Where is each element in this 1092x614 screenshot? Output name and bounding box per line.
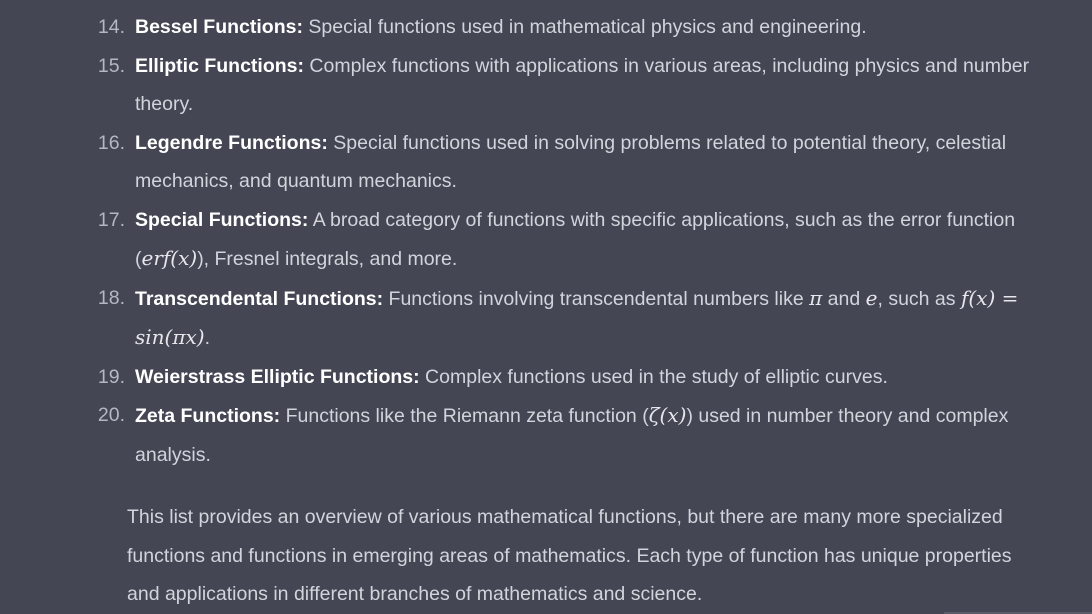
list-item-term: Transcendental Functions: — [135, 287, 384, 310]
list-item-number: 17. — [97, 208, 125, 231]
list-item: 17. Special Functions: A broad category … — [0, 201, 1092, 279]
list-item: 15. Elliptic Functions: Complex function… — [0, 47, 1092, 124]
list-item-description: Functions involving transcendental numbe… — [383, 287, 810, 310]
list-item-description-tail: , such as — [877, 287, 961, 310]
math-expression: π — [809, 285, 823, 310]
list-item-description: Functions like the Riemann zeta function… — [280, 405, 649, 427]
list-item-term: Special Functions: — [135, 208, 309, 231]
list-item-number: 19. — [97, 365, 125, 388]
math-expression: e — [865, 285, 878, 310]
list-item: 20. Zeta Functions: Functions like the R… — [0, 396, 1092, 474]
list-item-number: 14. — [97, 16, 125, 38]
list-item-description-mid: and — [822, 287, 866, 310]
list-item-number: 18. — [97, 286, 125, 309]
list-item-number: 20. — [97, 404, 125, 426]
list-item-description-tail: ), Fresnel integrals, and more. — [197, 248, 458, 270]
functions-list: 14. Bessel Functions: Special functions … — [0, 8, 1092, 474]
list-item-term: Legendre Functions: — [135, 131, 328, 154]
list-item-term: Bessel Functions: — [135, 16, 303, 38]
list-item: 18. Transcendental Functions: Functions … — [0, 279, 1092, 358]
list-item-term: Elliptic Functions: — [135, 54, 304, 77]
list-item: 16. Legendre Functions: Special function… — [0, 124, 1092, 201]
list-item-term: Zeta Functions: — [135, 405, 281, 427]
list-item-term: Weierstrass Elliptic Functions: — [135, 365, 420, 388]
list-item-description-end: . — [204, 327, 210, 349]
list-item-description: Complex functions used in the study of e… — [419, 365, 888, 388]
list-item-description: Special functions used in mathematical p… — [302, 16, 867, 38]
list-item-number: 15. — [97, 54, 125, 77]
list-item-number: 16. — [97, 131, 125, 154]
list-item: 14. Bessel Functions: Special functions … — [0, 8, 1092, 47]
assistant-message: 14. Bessel Functions: Special functions … — [0, 0, 1092, 614]
math-expression: ζ(x) — [648, 403, 687, 427]
list-item: 19. Weierstrass Elliptic Functions: Comp… — [0, 358, 1092, 397]
summary-paragraph: This list provides an overview of variou… — [127, 506, 1012, 605]
math-expression: erf(x) — [141, 246, 198, 270]
